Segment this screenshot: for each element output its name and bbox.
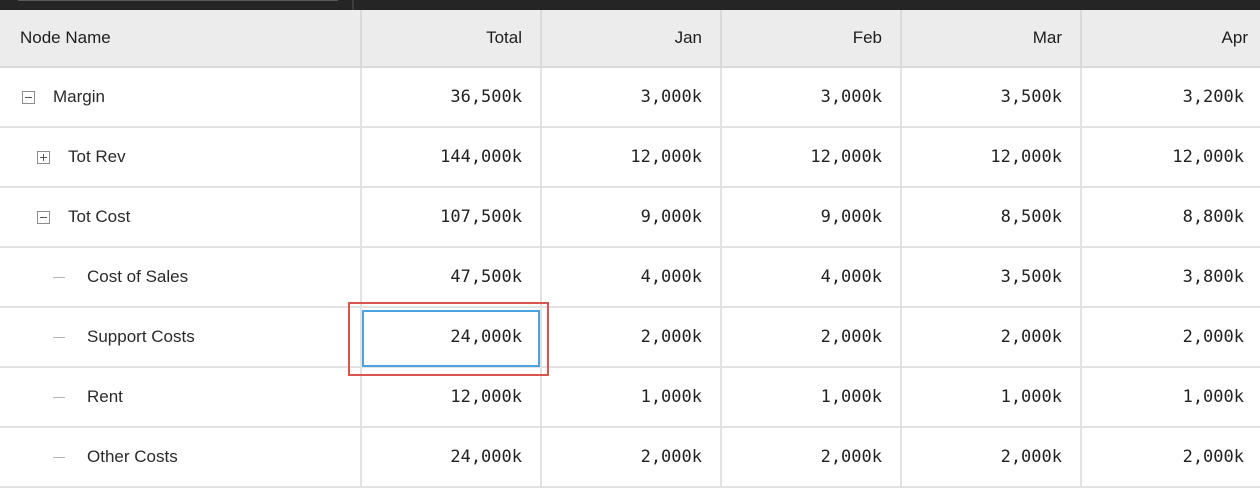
node-name-label: Cost of Sales bbox=[87, 267, 189, 286]
tree-grid: Node Name Total Jan Feb Mar Apr Margin 3… bbox=[0, 10, 1260, 488]
jan-cell[interactable]: 2,000k bbox=[542, 428, 722, 486]
apr-cell[interactable]: 8,800k bbox=[1082, 188, 1260, 246]
leaf-dash-icon bbox=[53, 276, 65, 278]
top-bar bbox=[0, 0, 1260, 10]
table-row[interactable]: Cost of Sales 47,500k 4,000k 4,000k 3,50… bbox=[0, 248, 1260, 308]
apr-cell[interactable]: 1,000k bbox=[1082, 368, 1260, 426]
total-cell[interactable]: 24,000k bbox=[362, 428, 542, 486]
node-name-label: Tot Rev bbox=[68, 147, 126, 166]
node-name-cell[interactable]: Margin bbox=[0, 68, 362, 126]
leaf-dash-icon bbox=[53, 456, 65, 458]
column-header-feb[interactable]: Feb bbox=[722, 10, 902, 66]
apr-cell[interactable]: 3,200k bbox=[1082, 68, 1260, 126]
column-header-mar[interactable]: Mar bbox=[902, 10, 1082, 66]
header-row: Node Name Total Jan Feb Mar Apr bbox=[0, 10, 1260, 68]
collapse-icon[interactable] bbox=[37, 210, 50, 224]
node-name-cell[interactable]: Other Costs bbox=[0, 428, 362, 486]
node-name-label: Tot Cost bbox=[68, 207, 131, 226]
table-row[interactable]: Tot Cost 107,500k 9,000k 9,000k 8,500k 8… bbox=[0, 188, 1260, 248]
node-name-label: Rent bbox=[87, 387, 123, 406]
total-cell[interactable]: 36,500k bbox=[362, 68, 542, 126]
jan-cell[interactable]: 2,000k bbox=[542, 308, 722, 366]
table-row[interactable]: Rent 12,000k 1,000k 1,000k 1,000k 1,000k bbox=[0, 368, 1260, 428]
feb-cell[interactable]: 1,000k bbox=[722, 368, 902, 426]
node-name-cell[interactable]: Tot Cost bbox=[0, 188, 362, 246]
column-header-jan[interactable]: Jan bbox=[542, 10, 722, 66]
mar-cell[interactable]: 2,000k bbox=[902, 308, 1082, 366]
feb-cell[interactable]: 4,000k bbox=[722, 248, 902, 306]
apr-cell[interactable]: 2,000k bbox=[1082, 428, 1260, 486]
feb-cell[interactable]: 9,000k bbox=[722, 188, 902, 246]
mar-cell[interactable]: 2,000k bbox=[902, 428, 1082, 486]
apr-cell[interactable]: 3,800k bbox=[1082, 248, 1260, 306]
expand-icon[interactable] bbox=[37, 150, 50, 164]
table-row[interactable]: Other Costs 24,000k 2,000k 2,000k 2,000k… bbox=[0, 428, 1260, 488]
leaf-dash-icon bbox=[53, 396, 65, 398]
column-header-node-name[interactable]: Node Name bbox=[0, 10, 362, 66]
mar-cell[interactable]: 8,500k bbox=[902, 188, 1082, 246]
jan-cell[interactable]: 9,000k bbox=[542, 188, 722, 246]
node-name-label: Other Costs bbox=[87, 447, 178, 466]
jan-cell[interactable]: 12,000k bbox=[542, 128, 722, 186]
total-cell[interactable]: 107,500k bbox=[362, 188, 542, 246]
feb-cell[interactable]: 3,000k bbox=[722, 68, 902, 126]
total-cell-selected[interactable]: 24,000k bbox=[362, 308, 542, 366]
jan-cell[interactable]: 1,000k bbox=[542, 368, 722, 426]
collapse-icon[interactable] bbox=[22, 90, 35, 104]
apr-cell[interactable]: 12,000k bbox=[1082, 128, 1260, 186]
total-cell[interactable]: 47,500k bbox=[362, 248, 542, 306]
node-name-label: Support Costs bbox=[87, 327, 195, 346]
column-header-apr[interactable]: Apr bbox=[1082, 10, 1260, 66]
node-name-cell[interactable]: Rent bbox=[0, 368, 362, 426]
table-row[interactable]: Margin 36,500k 3,000k 3,000k 3,500k 3,20… bbox=[0, 68, 1260, 128]
mar-cell[interactable]: 3,500k bbox=[902, 68, 1082, 126]
node-name-cell[interactable]: Support Costs bbox=[0, 308, 362, 366]
toolbar-separator bbox=[352, 0, 354, 10]
table-row[interactable]: Support Costs 24,000k 2,000k 2,000k 2,00… bbox=[0, 308, 1260, 368]
table-row[interactable]: Tot Rev 144,000k 12,000k 12,000k 12,000k… bbox=[0, 128, 1260, 188]
tab-underline bbox=[18, 0, 338, 1]
node-name-cell[interactable]: Tot Rev bbox=[0, 128, 362, 186]
column-header-total[interactable]: Total bbox=[362, 10, 542, 66]
mar-cell[interactable]: 3,500k bbox=[902, 248, 1082, 306]
total-cell[interactable]: 12,000k bbox=[362, 368, 542, 426]
jan-cell[interactable]: 4,000k bbox=[542, 248, 722, 306]
node-name-cell[interactable]: Cost of Sales bbox=[0, 248, 362, 306]
mar-cell[interactable]: 12,000k bbox=[902, 128, 1082, 186]
node-name-label: Margin bbox=[53, 87, 105, 106]
apr-cell[interactable]: 2,000k bbox=[1082, 308, 1260, 366]
total-cell[interactable]: 144,000k bbox=[362, 128, 542, 186]
jan-cell[interactable]: 3,000k bbox=[542, 68, 722, 126]
feb-cell[interactable]: 12,000k bbox=[722, 128, 902, 186]
mar-cell[interactable]: 1,000k bbox=[902, 368, 1082, 426]
leaf-dash-icon bbox=[53, 336, 65, 338]
feb-cell[interactable]: 2,000k bbox=[722, 308, 902, 366]
feb-cell[interactable]: 2,000k bbox=[722, 428, 902, 486]
